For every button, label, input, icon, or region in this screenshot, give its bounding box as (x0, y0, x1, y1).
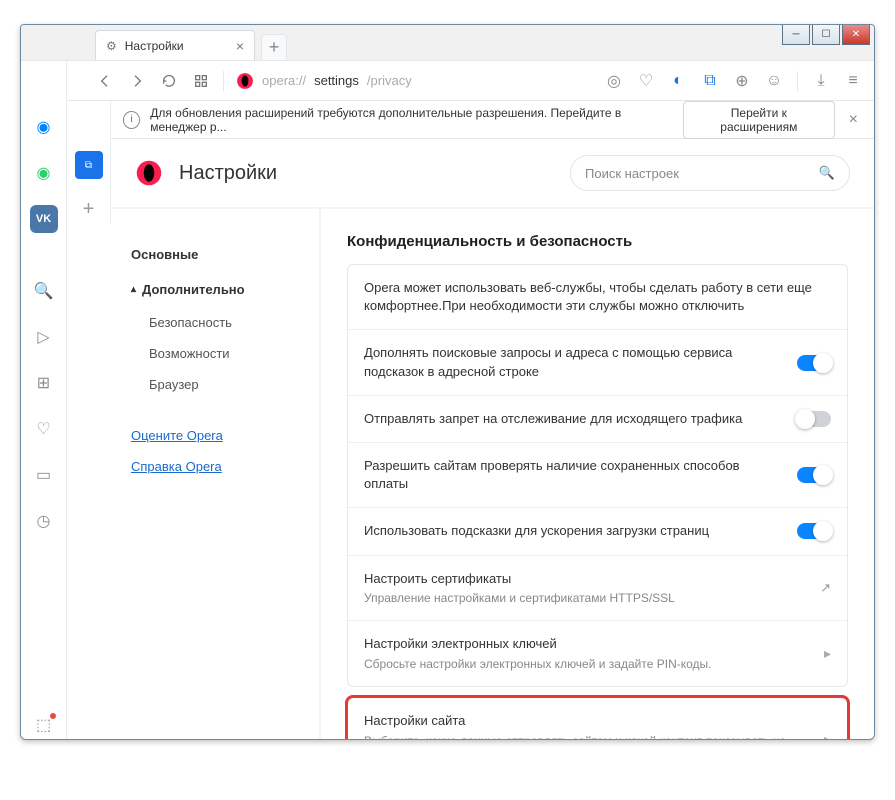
new-tab-button[interactable]: + (261, 34, 287, 60)
section-title: Конфиденциальность и безопасность (347, 233, 848, 250)
heart-icon[interactable]: ♡ (637, 72, 655, 90)
toolbar-icons: ◎ ♡ ◐ ⧉ ⊕ ☺ ⤓ ≡ (605, 71, 862, 91)
row-label: Разрешить сайтам проверять наличие сохра… (364, 457, 785, 493)
search-icon: 🔍 (819, 165, 835, 181)
settings-content: Конфиденциальность и безопасность Opera … (321, 209, 874, 739)
downloads-icon[interactable]: ⤓ (812, 72, 830, 90)
speed-dial-button[interactable] (191, 71, 211, 91)
news-icon[interactable]: ▭ (30, 461, 58, 489)
nav-rate-opera[interactable]: Оцените Opera (131, 420, 319, 451)
reload-button[interactable] (159, 71, 179, 91)
row-title: Настроить сертификаты (364, 570, 808, 588)
row-dnt: Отправлять запрет на отслеживание для ис… (348, 396, 847, 443)
close-tab-icon[interactable]: × (236, 38, 244, 54)
nav-advanced[interactable]: ▴ Дополнительно (131, 272, 319, 307)
nav-advanced-label: Дополнительно (142, 282, 245, 297)
row-subtitle: Сбросьте настройки электронных ключей и … (364, 656, 812, 673)
url-path: /privacy (367, 73, 412, 88)
settings-area: Настройки Поиск настроек 🔍 Основные ▴ До… (111, 139, 874, 739)
separator (797, 71, 798, 91)
separator (223, 71, 224, 91)
row-label: Отправлять запрет на отслеживание для ис… (364, 410, 785, 428)
page-title: Настройки (179, 162, 554, 185)
search-sidebar-icon[interactable]: 🔍 (30, 277, 58, 305)
row-title: Настройки электронных ключей (364, 635, 812, 653)
toggle-payment-check[interactable] (797, 467, 831, 483)
tab-strip: ⚙ Настройки × + (21, 25, 874, 61)
back-button[interactable] (95, 71, 115, 91)
minimize-button[interactable]: ─ (782, 25, 810, 45)
address-bar: opera:// settings/privacy ◎ ♡ ◐ ⧉ ⊕ ☺ ⤓ ≡ (21, 61, 874, 101)
bookmarks-heart-icon[interactable]: ♡ (30, 415, 58, 443)
external-link-icon: ↗ (820, 580, 831, 596)
row-prefetch: Использовать подсказки для ускорения заг… (348, 508, 847, 555)
settings-search-input[interactable]: Поиск настроек 🔍 (570, 155, 850, 191)
opera-logo-icon (135, 159, 163, 187)
nav-sub-security[interactable]: Безопасность (131, 307, 319, 338)
tab-settings[interactable]: ⚙ Настройки × (95, 30, 255, 60)
whatsapp-icon[interactable]: ◉ (30, 159, 58, 187)
settings-nav: Основные ▴ Дополнительно Безопасность Во… (111, 209, 321, 739)
row-title: Настройки сайта (364, 712, 812, 730)
chevron-right-icon: ▸ (824, 731, 831, 739)
settings-body: Основные ▴ Дополнительно Безопасность Во… (111, 209, 874, 739)
toggle-do-not-track[interactable] (797, 411, 831, 427)
toggle-prefetch[interactable] (797, 523, 831, 539)
row-label: Использовать подсказки для ускорения заг… (364, 522, 785, 540)
row-security-keys[interactable]: Настройки электронных ключей Сбросьте на… (348, 621, 847, 686)
flow-icon[interactable]: ▷ (30, 323, 58, 351)
forward-button[interactable] (127, 71, 147, 91)
row-payment-check: Разрешить сайтам проверять наличие сохра… (348, 443, 847, 508)
nav-help-opera[interactable]: Справка Opera (131, 451, 319, 482)
snapshot-icon[interactable]: ◎ (605, 72, 623, 90)
gear-icon: ⚙ (106, 39, 117, 53)
extension-info-bar: i Для обновления расширений требуются до… (111, 101, 874, 139)
url-field[interactable]: opera:// settings/privacy (236, 72, 593, 90)
globe-icon[interactable]: ⊕ (733, 72, 751, 90)
row-subtitle: Выберите, какие данные отправлять сайтам… (364, 733, 812, 739)
row-subtitle: Управление настройками и сертификатами H… (364, 590, 808, 607)
workspaces-icon[interactable]: ⊞ (30, 369, 58, 397)
translate-icon[interactable]: ⧉ (701, 72, 719, 90)
toggle-autocomplete[interactable] (797, 355, 831, 371)
search-placeholder: Поиск настроек (585, 166, 679, 181)
easy-setup-icon[interactable]: ≡ (844, 72, 862, 90)
side-strip: ◉ ◉ VK 🔍 ▷ ⊞ ♡ ▭ ◷ ⬚ (21, 61, 67, 739)
go-to-extensions-button[interactable]: Перейти к расширениям (683, 101, 835, 139)
url-seg: settings (314, 73, 359, 88)
profile-icon[interactable]: ☺ (765, 72, 783, 90)
settings-header: Настройки Поиск настроек 🔍 (111, 139, 874, 209)
url-scheme: opera:// (262, 73, 306, 88)
row-intro: Opera может использовать веб-службы, что… (348, 265, 847, 330)
nav-basic[interactable]: Основные (131, 237, 319, 272)
messenger-icon[interactable]: ◉ (30, 113, 58, 141)
maximize-button[interactable]: ☐ (812, 25, 840, 45)
close-window-button[interactable]: ✕ (842, 25, 870, 45)
window-controls: ─ ☐ ✕ (782, 25, 870, 45)
vk-icon[interactable]: VK (30, 205, 58, 233)
chevron-up-icon: ▴ (131, 284, 136, 295)
nav-sub-features[interactable]: Возможности (131, 338, 319, 369)
pinned-column: ⧉ + (67, 101, 111, 223)
row-label: Дополнять поисковые запросы и адреса с п… (364, 344, 785, 380)
intro-text: Opera может использовать веб-службы, что… (364, 279, 831, 315)
add-pinned-button[interactable]: + (75, 195, 103, 223)
extensions-cube-icon[interactable]: ⬚ (30, 711, 58, 739)
privacy-panel: Opera может использовать веб-службы, что… (347, 264, 848, 687)
history-icon[interactable]: ◷ (30, 507, 58, 535)
nav-sub-browser[interactable]: Браузер (131, 369, 319, 400)
row-autocomplete: Дополнять поисковые запросы и адреса с п… (348, 330, 847, 395)
adblock-icon[interactable]: ◐ (669, 72, 687, 90)
info-message: Для обновления расширений требуются допо… (150, 106, 673, 134)
pinned-tab-icon[interactable]: ⧉ (75, 151, 103, 179)
dismiss-infobar-icon[interactable]: × (845, 111, 862, 129)
row-certificates[interactable]: Настроить сертификаты Управление настрой… (348, 556, 847, 622)
opera-badge-icon (236, 72, 254, 90)
tab-title: Настройки (125, 39, 184, 53)
info-icon: i (123, 111, 140, 129)
chevron-right-icon: ▸ (824, 645, 831, 662)
row-site-settings[interactable]: Настройки сайта Выберите, какие данные о… (347, 697, 848, 739)
